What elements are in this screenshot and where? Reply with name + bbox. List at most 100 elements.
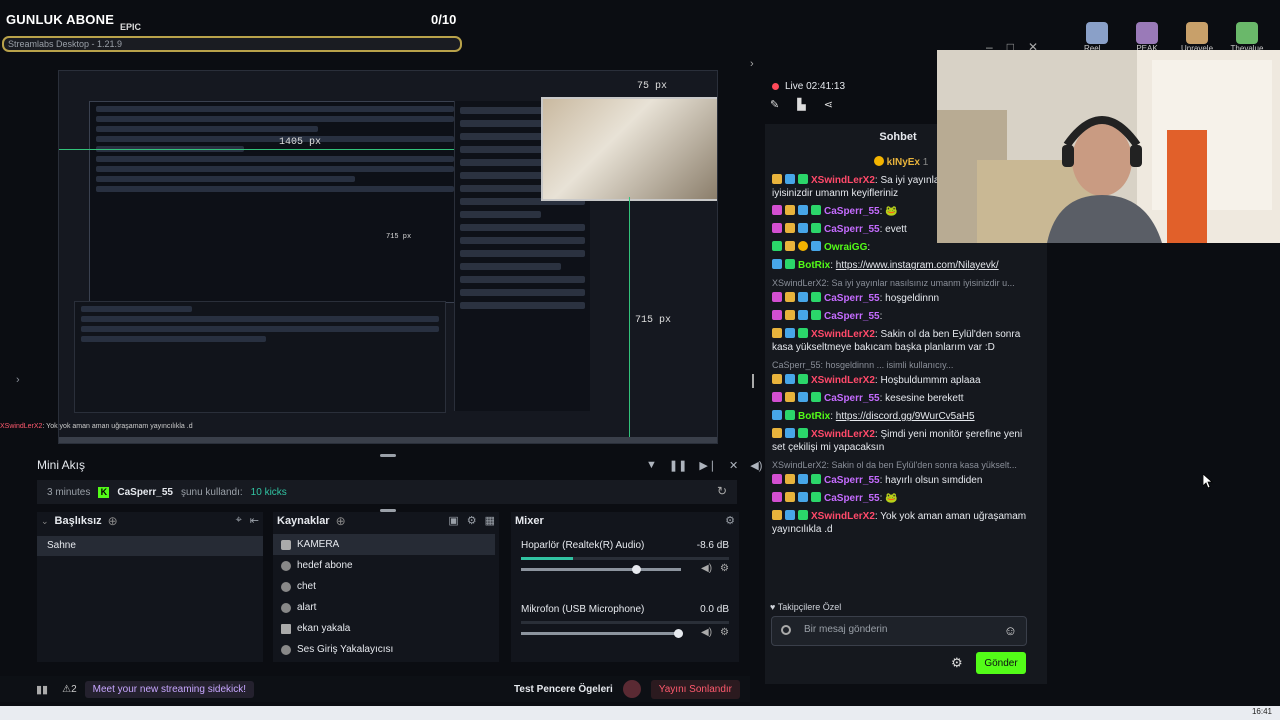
source-item[interactable]: hedef abone [273, 555, 495, 576]
stats-icon[interactable]: ▮▮ [36, 683, 48, 696]
chat-message: CaSperr_55: 🐸 [772, 492, 1030, 505]
chat-username[interactable]: CaSperr_55 [824, 206, 880, 217]
reply-preview[interactable]: XSwindLerX2: Sa iyi yayınlar nasılsınız … [772, 277, 1030, 290]
globe-icon [281, 581, 291, 592]
source-item[interactable]: KAMERA [273, 534, 495, 555]
gear-icon[interactable]: ⚙ [725, 514, 735, 527]
chat-username[interactable]: XSwindLerX2 [811, 375, 875, 386]
collapse-icon[interactable]: ⇤ [250, 514, 259, 527]
speaker-icon[interactable]: ◀) [701, 563, 712, 574]
sources-list: KAMERA hedef abone chet alart ekan yakala Ses… [273, 534, 495, 660]
badge-icon [798, 174, 808, 184]
reply-preview[interactable]: XSwindLerX2: Sakin ol da ben Eylül'den s… [772, 459, 1030, 472]
source-item[interactable]: ekan yakala [273, 618, 495, 639]
badge-icon [811, 223, 821, 233]
share-icon[interactable]: ⋖ [824, 98, 833, 111]
gear-icon[interactable]: ⚙ [951, 655, 963, 671]
filter-icon[interactable]: ▼ [646, 459, 657, 472]
badge-icon [785, 374, 795, 384]
pin-icon[interactable]: ⌖ [236, 514, 242, 527]
chat-username[interactable]: CaSperr_55 [824, 293, 880, 304]
settings-icon[interactable]: ⚙ [467, 514, 477, 527]
badge-icon [798, 374, 808, 384]
slider-knob[interactable] [632, 565, 642, 574]
badge-icon [772, 205, 782, 215]
reply-preview[interactable]: CaSperr_55: hosgeldinnn ... isimli kulla… [772, 359, 1030, 372]
source-item[interactable]: Ses Giriş Yakalayıcısı [273, 639, 495, 660]
chat-username[interactable]: XSwindLerX2 [811, 429, 875, 440]
preview-bottom-bar [59, 437, 717, 443]
chat-username[interactable]: CaSperr_55 [824, 224, 880, 235]
chevron-down-icon[interactable]: ⌄ [41, 516, 49, 527]
badge-icon [798, 428, 808, 438]
chat-message: CaSperr_55: kesesine berekett [772, 392, 1030, 405]
stream-preview[interactable]: 1405 px 75 px 715 px 715 px [58, 70, 718, 444]
volume-meter [521, 621, 729, 624]
badge-icon [785, 392, 795, 402]
chat-username[interactable]: XSwindLerX2 [811, 329, 875, 340]
chat-username[interactable]: CaSperr_55 [824, 311, 880, 322]
event-action: şunu kullandı: [180, 486, 243, 498]
channel-name: Mikrofon (USB Microphone) [521, 604, 645, 615]
badge-icon [798, 492, 808, 502]
mute-alerts-icon[interactable]: ✕ [729, 459, 738, 472]
volume-icon[interactable]: ◀) [750, 459, 762, 472]
folder-icon[interactable]: ▣ [448, 514, 458, 527]
event-user: CaSperr_55 [117, 486, 173, 498]
source-item[interactable]: alart [273, 597, 495, 618]
skip-icon[interactable]: ▶❘ [699, 459, 717, 472]
scene-item[interactable]: Sahne [37, 536, 263, 556]
badge-icon [785, 310, 795, 320]
badge-icon [811, 492, 821, 502]
badge-icon [785, 428, 795, 438]
chevron-right-icon[interactable]: › [750, 58, 754, 70]
add-scene-icon[interactable]: ⊕ [108, 514, 118, 528]
chat-username[interactable]: CaSperr_55 [824, 493, 880, 504]
pause-icon[interactable]: ❚❚ [669, 459, 687, 472]
globe-icon [281, 602, 291, 613]
end-stream-button[interactable]: Yayını Sonlandır [650, 679, 740, 699]
resize-handle[interactable] [380, 454, 396, 457]
badge-icon [772, 410, 782, 420]
promo-banner[interactable]: Meet your new streaming sidekick! [84, 680, 255, 698]
emoji-icon[interactable]: ☺ [1004, 623, 1017, 638]
source-item[interactable]: chet [273, 576, 495, 597]
chat-link[interactable]: https://www.instagram.com/Nilayevk/ [836, 260, 999, 271]
chat-username[interactable]: BotRix [798, 411, 830, 422]
chat-username[interactable]: OwraiGG [824, 242, 867, 253]
badge-icon [811, 205, 821, 215]
refresh-icon[interactable]: ↻ [717, 484, 727, 498]
volume-slider[interactable] [521, 629, 683, 638]
chat-username[interactable]: XSwindLerX2 [811, 175, 875, 186]
record-button[interactable] [622, 680, 641, 698]
add-source-icon[interactable]: ⊕ [336, 514, 346, 528]
volume-slider[interactable] [521, 565, 681, 574]
chevron-right-icon[interactable]: › [16, 374, 20, 386]
alert-badge[interactable]: ⚠2 [62, 684, 77, 695]
edit-icon[interactable]: ✎ [770, 98, 779, 111]
webcam-feed [937, 50, 1280, 243]
camera-source-selected[interactable] [541, 97, 717, 201]
chat-username[interactable]: CaSperr_55 [824, 475, 880, 486]
chat-link[interactable]: https://discord.gg/9WurCv5aH5 [836, 411, 975, 422]
chat-input-box[interactable]: ☺ [771, 616, 1027, 646]
chat-username[interactable]: CaSperr_55 [824, 393, 880, 404]
test-windows-button[interactable]: Test Pencere Ögeleri [514, 684, 613, 695]
send-button[interactable]: Gönder [976, 652, 1026, 674]
speaker-icon[interactable]: ◀) [701, 627, 712, 638]
taskbar: 16:41 [0, 706, 1280, 720]
resize-handle[interactable] [752, 374, 754, 388]
chat-username[interactable]: XSwindLerX2 [811, 511, 875, 522]
gear-icon[interactable]: ⚙ [720, 563, 729, 574]
app-icon [1186, 22, 1208, 44]
slider-knob[interactable] [673, 629, 683, 638]
chat-text: 🐸 [885, 493, 898, 504]
event-time: 3 minutes [47, 486, 91, 498]
chat-username[interactable]: BotRix [798, 260, 830, 271]
chat-input[interactable] [802, 623, 996, 636]
scenes-title[interactable]: Başlıksız [55, 515, 102, 527]
image-icon[interactable]: ▦ [485, 514, 495, 527]
epic-label: EPIC [120, 22, 142, 32]
gear-icon[interactable]: ⚙ [720, 627, 729, 638]
dashboard-icon[interactable]: ▙ [797, 98, 805, 111]
